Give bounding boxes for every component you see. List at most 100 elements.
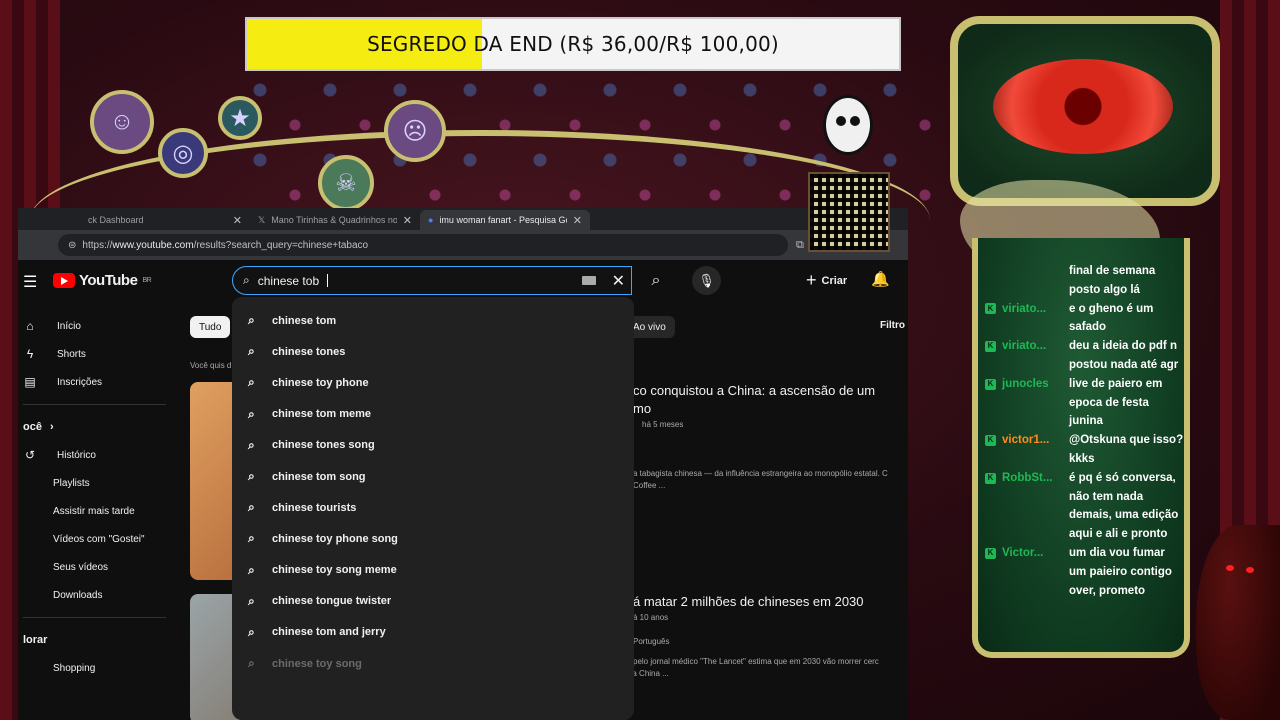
chat-username[interactable]: Kjunocles [985, 375, 1069, 394]
sidebar-item-label: Seus vídeos [53, 561, 109, 573]
suggestion-item[interactable]: ⌕ chinese tom song [232, 461, 634, 492]
goal-text: SEGREDO DA END (R$ 36,00/R$ 100,00) [367, 32, 779, 56]
sidebar-item-playlists[interactable]: Playlists [18, 469, 178, 497]
sidebar-you-header[interactable]: ocê › [18, 413, 178, 441]
sidebar-item-liked[interactable]: Vídeos com "Gostei" [18, 525, 178, 553]
username-text: victor1... [1002, 434, 1050, 447]
sidebar-item-label: Downloads [53, 589, 103, 601]
screaming-face-orb-icon: ☹ [384, 100, 446, 162]
chat-message: Kviriato... e o gheno é um safado [985, 300, 1195, 338]
x-logo-icon: 𝕏 [258, 214, 266, 225]
sidebar-item-label: Shopping [53, 662, 96, 674]
sidebar-item-label: Assistir mais tarde [53, 505, 135, 517]
url-host: www.youtube.com [112, 239, 194, 251]
chat-line: não tem nada [1069, 490, 1144, 503]
chat-username[interactable]: K Victor... [985, 544, 1069, 563]
text-cursor [327, 274, 329, 287]
skull-orb-icon: ☠ [318, 155, 374, 211]
chat-line: posto algo lá [1069, 283, 1140, 296]
sidebar-divider [23, 404, 166, 405]
chat-username[interactable]: K RobbSt... [985, 469, 1069, 488]
search-button[interactable]: ⌕ [638, 266, 674, 295]
close-tab-icon[interactable]: ✕ [403, 214, 412, 227]
youtube-page: ☰ YouTube BR ⌕ chinese tob ✕ ⌕ 🎙 + Criar 🔔… [18, 260, 908, 720]
chevron-right-icon: › [49, 421, 54, 433]
demon-eye-icon [1226, 565, 1234, 571]
sidebar-item-subscriptions[interactable]: ▤ Inscrições [18, 368, 178, 396]
sidebar-item-your-videos[interactable]: Seus vídeos [18, 553, 178, 581]
sidebar-item-history[interactable]: ↺ Histórico [18, 441, 178, 469]
suggestion-item[interactable]: ⌕ chinese tones [232, 336, 634, 367]
chat-message: K RobbSt... é pq é só conversa, não tem nad… [985, 469, 1195, 544]
red-eye-icon [993, 59, 1173, 154]
sidebar-item-home[interactable]: ⌂ Início [18, 312, 178, 340]
youtube-logo[interactable]: YouTube BR [53, 272, 152, 289]
create-button[interactable]: + Criar [806, 268, 847, 293]
search-icon: ⌕ [248, 593, 255, 608]
notifications-bell-icon[interactable]: 🔔 [871, 270, 890, 288]
close-tab-icon[interactable]: ✕ [573, 214, 582, 227]
chip-all[interactable]: Tudo [190, 316, 231, 338]
install-app-icon[interactable]: ⧉ [796, 239, 804, 252]
voice-search-button[interactable]: 🎙 [692, 266, 721, 295]
kick-badge-icon: K [985, 472, 996, 484]
suggestion-item[interactable]: ⌕ chinese toy song meme [232, 555, 634, 586]
suggestion-text: chinese tones [272, 345, 346, 358]
clear-search-icon[interactable]: ✕ [612, 271, 625, 291]
search-icon: ⌕ [248, 375, 255, 390]
video-title[interactable]: co conquistou a China: a ascensão de um m… [633, 382, 875, 418]
url-text: https://www.youtube.com/results?search_q… [82, 240, 368, 251]
suggestion-item[interactable]: ⌕ chinese tones song [232, 430, 634, 461]
sidebar-item-label: Shorts [57, 348, 86, 360]
sidebar-item-shopping[interactable]: Shopping [18, 654, 178, 682]
menu-icon[interactable]: ☰ [23, 272, 37, 292]
youtube-play-icon [53, 273, 75, 288]
logo-text: YouTube [79, 272, 138, 289]
chat-line: junina [1069, 415, 1103, 428]
sidebar-item-shorts[interactable]: ϟ Shorts [18, 340, 178, 368]
search-icon: ⌕ [248, 624, 255, 639]
username-text: viriato... [1002, 340, 1047, 353]
sidebar-item-label: Playlists [53, 477, 90, 489]
search-icon: ⌕ [248, 313, 255, 328]
suggestion-item[interactable]: ⌕ chinese toy phone [232, 367, 634, 398]
search-input[interactable]: ⌕ chinese tob ✕ [232, 266, 632, 295]
suggestion-item[interactable]: ⌕ chinese tongue twister [232, 586, 634, 617]
chat-line: @Otskuna que isso? [1069, 434, 1184, 447]
youtube-header: ☰ YouTube BR ⌕ chinese tob ✕ ⌕ 🎙 + Criar 🔔 [18, 260, 908, 300]
suggestion-item[interactable]: ⌕ chinese toy phone song [232, 523, 634, 554]
username-text: RobbSt... [1002, 471, 1053, 484]
subscriptions-icon: ▤ [24, 375, 36, 389]
tab-title: Mano Tirinhas & Quadrinhos no X [271, 215, 397, 225]
sidebar-item-downloads[interactable]: Downloads [18, 581, 178, 609]
tab-x-twitter[interactable]: 𝕏 Mano Tirinhas & Quadrinhos no X ✕ [250, 210, 420, 230]
suggestion-item[interactable]: ⌕ chinese tom and jerry [232, 617, 634, 648]
chat-message-body: @Otskuna que isso? kkks [1069, 431, 1183, 469]
suggestion-item[interactable]: ⌕ chinese tourists [232, 492, 634, 523]
tab-google-search[interactable]: ● imu woman fanart - Pesquisa Goo ✕ [420, 210, 590, 230]
filters-button[interactable]: Filtro [880, 320, 905, 331]
site-info-icon[interactable]: ⊜ [68, 240, 76, 251]
suggestion-item[interactable]: ⌕ chinese tom meme [232, 399, 634, 430]
suggestion-item[interactable]: ⌕ chinese tom [232, 305, 634, 336]
spiral-orb-icon: ◎ [158, 128, 208, 178]
suggestion-item[interactable]: ⌕ chinese toy song [232, 648, 634, 679]
chat-message: Kjunocles live de paiero em epoca de festa… [985, 375, 1195, 431]
chat-username[interactable]: Kvictor1... [985, 431, 1069, 450]
explore-header-label: lorar [23, 634, 48, 646]
keyboard-icon[interactable] [581, 276, 596, 285]
chat-message-body: um dia vou fumar um paieiro contigo over, … [1069, 544, 1172, 600]
username-text: Victor... [1002, 546, 1044, 559]
url-field[interactable]: ⊜ https://www.youtube.com/results?search… [58, 234, 788, 256]
tab-title: imu woman fanart - Pesquisa Goo [439, 215, 567, 225]
close-tab-icon[interactable]: ✕ [233, 214, 242, 227]
chat-username[interactable]: Kviriato... [985, 337, 1069, 356]
suggestion-text: chinese tom [272, 314, 337, 327]
channel-name[interactable]: Português [633, 637, 669, 646]
chat-username[interactable]: Kviriato... [985, 300, 1069, 319]
search-icon: ⌕ [248, 344, 255, 359]
video-title[interactable]: á matar 2 milhões de chineses em 2030 [633, 593, 864, 611]
tab-dashboard[interactable]: ck Dashboard ✕ [80, 210, 250, 230]
chat-line: over, prometo [1069, 584, 1146, 597]
sidebar-item-watch-later[interactable]: Assistir mais tarde [18, 497, 178, 525]
